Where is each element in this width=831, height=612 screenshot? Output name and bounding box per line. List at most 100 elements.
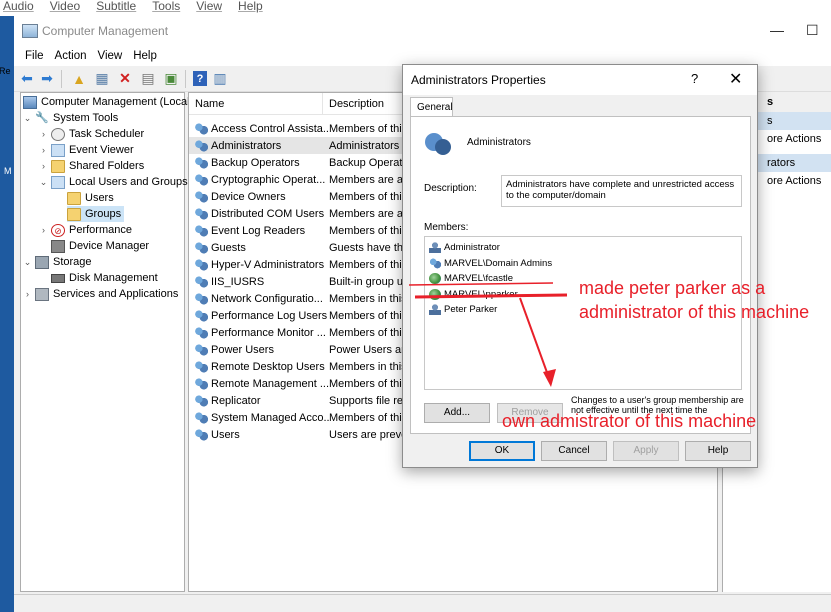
tree-node-computer-management[interactable]: Computer Management (Local): [23, 94, 193, 110]
group-name: Cryptographic Operat...: [211, 173, 326, 186]
group-icon: [194, 326, 208, 339]
group-name: Network Configuratio...: [211, 292, 323, 305]
tree-node-services-applications[interactable]: › Services and Applications: [23, 286, 178, 302]
toolbar-separator: [185, 69, 186, 88]
player-menu-help[interactable]: Help: [238, 0, 263, 16]
description-field[interactable]: Administrators have complete and unrestr…: [501, 175, 742, 207]
group-icon: [194, 122, 208, 135]
group-icon: [194, 428, 208, 441]
dialog-titlebar: Administrators Properties ? ✕: [403, 65, 757, 95]
dialog-close-button[interactable]: ✕: [729, 69, 742, 89]
show-hide-tree-icon[interactable]: ▦: [92, 69, 112, 89]
collapse-chevron-icon[interactable]: ⌄: [39, 177, 48, 188]
dialog-help-button[interactable]: ?: [691, 71, 698, 86]
group-icon: [194, 241, 208, 254]
tree-node-shared-folders[interactable]: › Shared Folders: [39, 158, 144, 174]
forward-arrow-icon[interactable]: ➡: [37, 69, 57, 89]
group-icon: [194, 394, 208, 407]
expand-chevron-icon[interactable]: ›: [39, 129, 48, 139]
export-list-icon[interactable]: ▣: [161, 69, 181, 89]
group-icon: [425, 129, 453, 155]
cancel-button[interactable]: Cancel: [541, 441, 607, 461]
tree-node-disk-management[interactable]: Disk Management: [51, 270, 158, 286]
player-menu-video[interactable]: Video: [50, 0, 80, 16]
tree-node-event-viewer[interactable]: › Event Viewer: [39, 142, 134, 158]
expand-chevron-icon[interactable]: ›: [39, 161, 48, 171]
tools-icon: 🔧: [35, 111, 49, 124]
group-description: Power Users are: [329, 343, 409, 356]
window-titlebar: Computer Management — ☐: [14, 16, 831, 46]
back-arrow-icon[interactable]: ⬅: [17, 69, 37, 89]
group-description: Members of this: [329, 224, 408, 237]
player-menu-tools[interactable]: Tools: [152, 0, 180, 16]
member-item[interactable]: MARVEL\pparker: [429, 287, 518, 302]
column-header-description[interactable]: Description: [322, 93, 384, 115]
column-header-name[interactable]: Name: [195, 98, 224, 110]
general-panel: Administrators Description: Administrato…: [410, 116, 751, 434]
group-description: Members of this: [329, 258, 408, 271]
tree-label: Task Scheduler: [69, 128, 145, 140]
player-menu-audio[interactable]: Audio: [3, 0, 34, 16]
group-name: Administrators: [467, 137, 531, 148]
tree-label: Event Viewer: [69, 144, 134, 156]
member-item[interactable]: MARVEL\Domain Admins: [429, 256, 552, 271]
tree-node-users[interactable]: Users: [67, 190, 114, 206]
group-description: Members are allo: [329, 207, 409, 220]
collapse-chevron-icon[interactable]: ⌄: [23, 257, 32, 268]
group-name: Administrators: [211, 139, 282, 152]
player-menu-subtitle[interactable]: Subtitle: [96, 0, 136, 16]
tree-node-task-scheduler[interactable]: › Task Scheduler: [39, 126, 144, 142]
tree-label: Device Manager: [69, 240, 150, 252]
group-description: Members in this: [329, 360, 407, 373]
tab-general[interactable]: General: [410, 97, 453, 117]
group-description: Members of this: [329, 326, 408, 339]
tree-label: Groups: [85, 208, 122, 220]
group-icon: [194, 258, 208, 271]
tree-node-device-manager[interactable]: Device Manager: [51, 238, 149, 254]
status-bar: [14, 594, 831, 612]
help-button[interactable]: Help: [685, 441, 751, 461]
maximize-button[interactable]: ☐: [806, 22, 819, 39]
help-icon[interactable]: ?: [193, 71, 207, 86]
expand-chevron-icon[interactable]: ›: [23, 289, 32, 299]
member-item[interactable]: Peter Parker: [429, 302, 497, 317]
properties-icon[interactable]: ▤: [138, 69, 158, 89]
menu-file[interactable]: File: [25, 50, 44, 62]
tree-node-storage[interactable]: ⌄ Storage: [23, 254, 92, 270]
player-menu-view[interactable]: View: [196, 0, 222, 16]
toolbar-separator: [61, 69, 62, 88]
collapse-chevron-icon[interactable]: ⌄: [23, 113, 32, 124]
ok-button[interactable]: OK: [469, 441, 535, 461]
tree-node-system-tools[interactable]: ⌄ 🔧 System Tools: [23, 110, 119, 126]
group-name: Performance Monitor ...: [211, 326, 326, 339]
window-menubar: File Action View Help: [14, 46, 831, 66]
menu-action[interactable]: Action: [55, 50, 87, 62]
group-description: Members of this: [329, 377, 408, 390]
tree-node-performance[interactable]: › ⊘ Performance: [39, 222, 132, 238]
tree-label: Performance: [69, 224, 132, 236]
expand-chevron-icon[interactable]: ›: [39, 145, 48, 155]
member-item[interactable]: Administrator: [429, 240, 500, 255]
expand-chevron-icon[interactable]: ›: [39, 225, 48, 235]
delete-icon[interactable]: ✕: [115, 69, 135, 89]
add-button[interactable]: Add...: [424, 403, 490, 423]
group-description: Members of this: [329, 411, 408, 424]
tree-node-groups[interactable]: Groups: [67, 206, 125, 222]
up-folder-icon[interactable]: ▲: [69, 69, 89, 89]
tree-node-local-users-groups[interactable]: ⌄ Local Users and Groups: [39, 174, 188, 190]
folder-icon: [67, 191, 81, 205]
group-description: Members in this: [329, 292, 407, 305]
group-icon: [429, 257, 441, 269]
menu-help[interactable]: Help: [133, 50, 157, 62]
minimize-button[interactable]: —: [770, 22, 784, 38]
group-icon: [194, 343, 208, 356]
apply-button[interactable]: Apply: [613, 441, 679, 461]
folder-icon: [67, 207, 81, 221]
tree-label: System Tools: [53, 112, 119, 124]
tree-label: Shared Folders: [69, 160, 145, 172]
menu-view[interactable]: View: [98, 50, 123, 62]
member-item[interactable]: MARVEL\fcastle: [429, 271, 513, 286]
member-name: MARVEL\pparker: [444, 288, 518, 300]
console-view-icon[interactable]: ▥: [210, 69, 230, 89]
group-name: Hyper-V Administrators: [211, 258, 325, 271]
